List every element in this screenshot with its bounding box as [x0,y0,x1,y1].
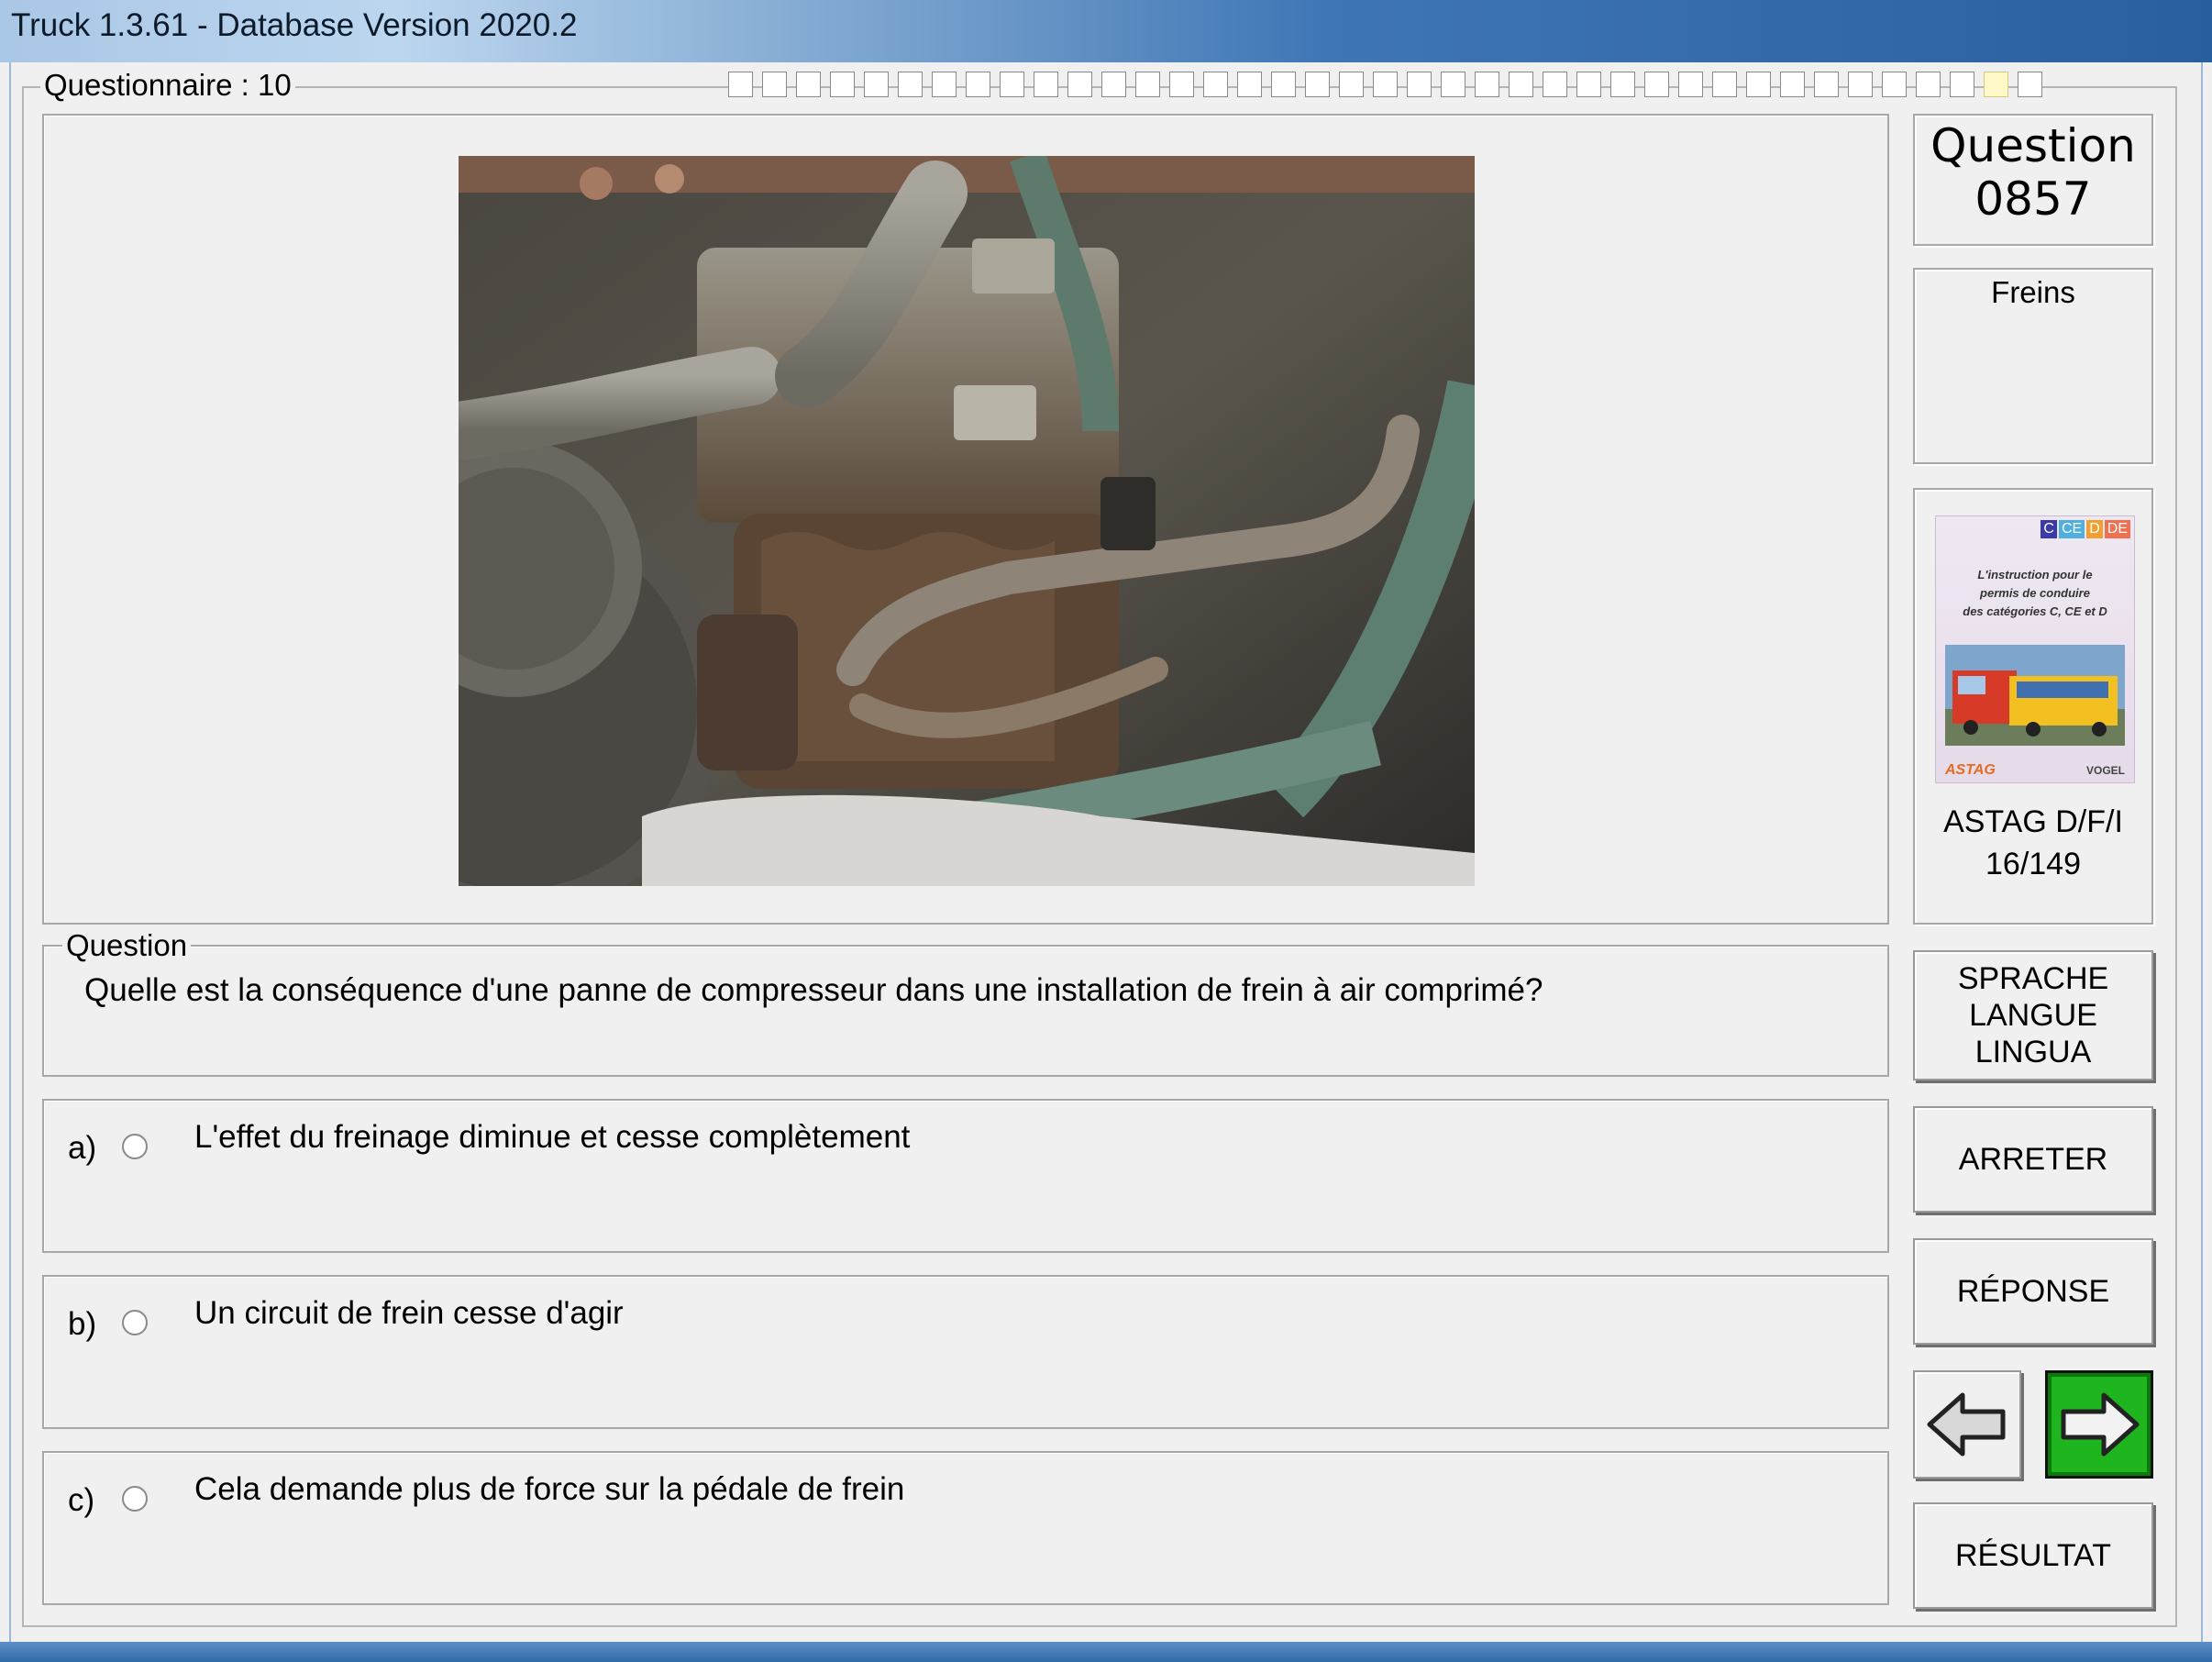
answer-b-letter: b) [68,1306,97,1342]
answer-a-text[interactable]: L'effet du freinage diminue et cesse com… [194,1119,910,1156]
progress-cell [1135,72,1160,97]
progress-cell [932,72,957,97]
window-title: Truck 1.3.61 - Database Version 2020.2 [11,7,578,43]
question-panel [42,945,1889,1077]
answer-b-radio[interactable] [122,1310,148,1335]
next-button[interactable] [2045,1370,2153,1479]
book-cover-text: L'instruction pour le permis de conduire… [1936,566,2134,621]
question-progress [728,72,2042,99]
book-reference: 16/149 [1985,847,2081,881]
progress-cell [1543,72,1567,97]
progress-cell [1441,72,1465,97]
book-box: C CE D DE L'instruction pour le permis d… [1913,488,2153,925]
answer-a-letter: a) [68,1130,97,1166]
progress-cell [1407,72,1432,97]
badge-d: D [2086,520,2103,538]
progress-cell [830,72,855,97]
arrow-left-icon [1927,1392,2006,1457]
progress-cell [762,72,787,97]
language-line: LANGUE [1969,998,2097,1033]
question-number-box: Question 0857 [1913,114,2153,246]
badge-ce: CE [2058,520,2085,538]
book-cover-image: C CE D DE L'instruction pour le permis d… [1935,515,2135,783]
progress-cell [864,72,889,97]
stop-button[interactable]: ARRETER [1913,1106,2153,1213]
language-line: LINGUA [1974,1035,2092,1069]
progress-cell [1271,72,1296,97]
language-button[interactable]: SPRACHE LANGUE LINGUA [1913,950,2153,1080]
progress-cell [1509,72,1533,97]
book-cover-line: L'instruction pour le [1977,568,2093,582]
book-cover-line: des catégories C, CE et D [1963,604,2107,618]
category-box: Freins [1913,268,2153,464]
question-text: Quelle est la conséquence d'une panne de… [84,972,1543,1008]
previous-button[interactable] [1913,1370,2021,1479]
book-category-badges: C CE D DE [2041,520,2130,538]
progress-cell [1067,72,1092,97]
answer-b-text[interactable]: Un circuit de frein cesse d'agir [194,1295,624,1332]
progress-cell [1950,72,1974,97]
progress-cell [1678,72,1703,97]
answer-button[interactable]: RÉPONSE [1913,1238,2153,1345]
truck-bus-picture [1945,645,2125,746]
answer-c-radio[interactable] [122,1486,148,1512]
question-label: Question [62,928,192,963]
answer-c-letter: c) [68,1482,95,1518]
badge-de: DE [2104,520,2130,538]
progress-cell [1034,72,1058,97]
progress-cell [1848,72,1873,97]
engine-compressor-image [459,156,1475,886]
progress-cell [1610,72,1635,97]
progress-cell [1305,72,1330,97]
progress-cell [1882,72,1907,97]
question-number-label: Question [1930,119,2136,172]
language-line: SPRACHE [1957,961,2109,996]
astag-logo: ASTAG [1945,762,1996,778]
progress-cell [1339,72,1364,97]
vogel-logo: VOGEL [2085,764,2125,777]
progress-cell [728,72,753,97]
progress-cell [1916,72,1941,97]
progress-cell [1712,72,1737,97]
progress-cell [898,72,923,97]
answer-a-radio[interactable] [122,1134,148,1159]
progress-cell [1576,72,1601,97]
progress-cell [966,72,990,97]
progress-cell [1169,72,1194,97]
title-bar: Truck 1.3.61 - Database Version 2020.2 [0,0,2212,62]
progress-cell [1101,72,1126,97]
progress-cell [1984,72,2008,97]
questionnaire-label: Questionnaire : 10 [40,68,295,103]
progress-cell [1780,72,1805,97]
book-name: ASTAG D/F/I [1943,804,2123,839]
category-label: Freins [1991,275,2075,309]
book-cover-line: permis de conduire [1980,586,2090,600]
badge-c: C [2041,520,2057,538]
progress-cell [1203,72,1228,97]
progress-cell [1237,72,1262,97]
answer-c-text[interactable]: Cela demande plus de force sur la pédale… [194,1471,904,1508]
question-number: 0857 [1974,172,2092,226]
progress-cell [2018,72,2042,97]
progress-cell [1814,72,1839,97]
progress-cell [1644,72,1669,97]
progress-cell [1746,72,1771,97]
result-button[interactable]: RÉSULTAT [1913,1502,2153,1609]
progress-cell [1000,72,1024,97]
progress-cell [796,72,821,97]
arrow-right-icon [2061,1392,2140,1457]
window-bottom-edge [0,1642,2212,1662]
question-photo [459,156,1475,886]
progress-cell [1475,72,1499,97]
progress-cell [1373,72,1398,97]
